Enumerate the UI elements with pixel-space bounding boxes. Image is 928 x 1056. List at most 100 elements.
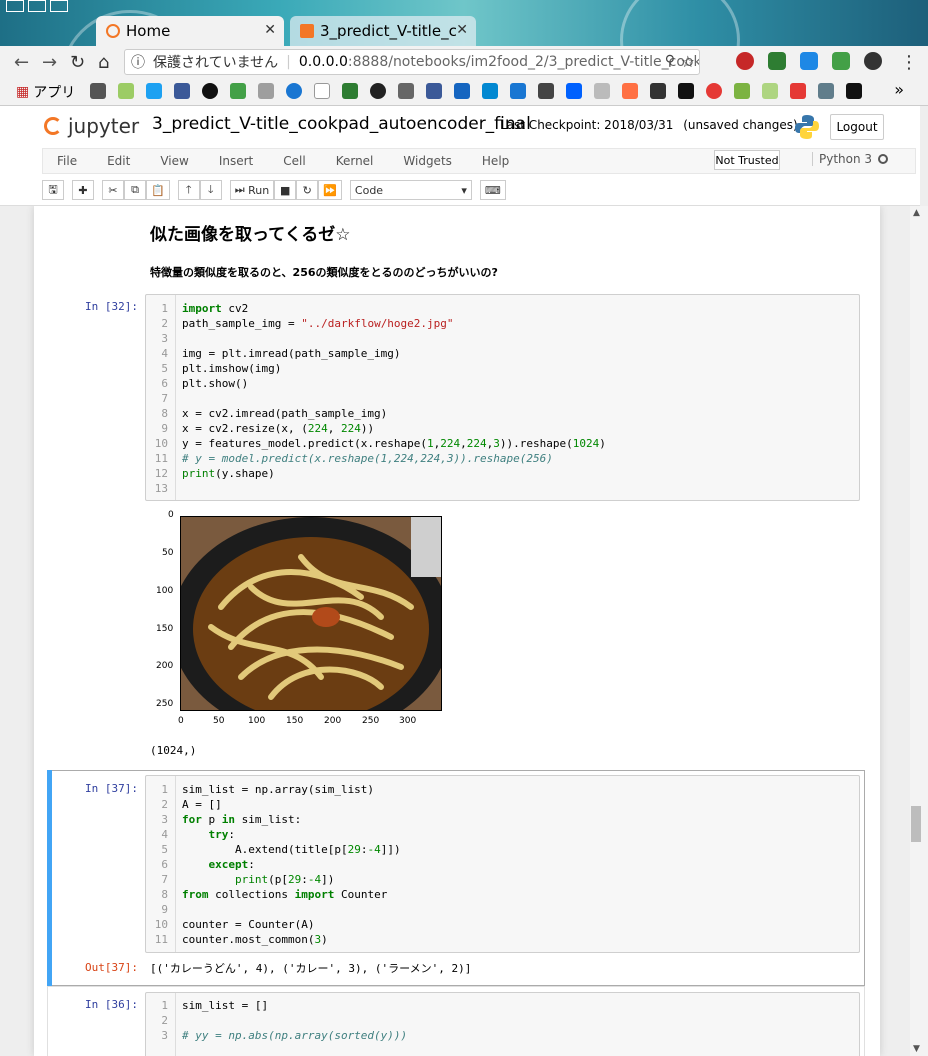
document-icon[interactable] [314,83,330,99]
translate-icon[interactable] [800,52,818,70]
menu-edit[interactable]: Edit [107,154,130,168]
extension-counter-icon[interactable] [832,52,850,70]
logout-button[interactable]: Logout [830,114,884,140]
facebook-icon[interactable] [426,83,442,99]
bookmark-icon[interactable] [230,83,246,99]
restart-icon[interactable]: ↻ [296,180,319,200]
restart-run-all-icon[interactable]: ⏩ [318,180,342,200]
bookmark-icon[interactable] [538,83,554,99]
bookmark-icon[interactable] [734,83,750,99]
close-icon[interactable]: ✕ [264,22,276,38]
apple-icon[interactable] [398,83,414,99]
window-close-icon[interactable] [6,0,24,12]
bookmark-icon[interactable] [818,83,834,99]
line-number: 7 [161,392,168,405]
bookmark-icon[interactable] [594,83,610,99]
reload-icon[interactable]: ↻ [70,52,85,73]
bookmark-icon[interactable] [342,83,358,99]
bookmark-icon[interactable] [482,83,498,99]
save-icon[interactable]: 🖫 [42,180,64,200]
forward-icon[interactable]: → [42,52,57,73]
paste-icon[interactable]: 📋 [146,180,170,200]
chrome-menu-icon[interactable]: ⋮ [900,52,918,73]
line-number: 1 [161,302,168,315]
bookmark-icon[interactable] [510,83,526,99]
line-number: 5 [161,362,168,375]
notebook-area[interactable]: 似た画像を取ってくるゼ☆ 特徴量の類似度を取るのと、256の類似度をとるののどっ… [0,206,912,1056]
info-icon[interactable]: ⓘ [131,52,145,72]
code-editor[interactable]: 1 2 3 4 5 6 7 8 9 10 11 sim_list = np.ar… [145,775,860,953]
scroll-down-icon[interactable]: ▼ [913,1044,920,1054]
window-maximize-icon[interactable] [50,0,68,12]
folder-icon[interactable] [90,83,106,99]
bookmark-icon[interactable] [762,83,778,99]
bookmark-icon[interactable] [118,83,134,99]
notebook-title[interactable]: 3_predict_V-title_cookpad_autoencoder_fi… [152,114,531,134]
bookmark-icon[interactable] [622,83,638,99]
code-editor[interactable]: 1 2 3 sim_list = [] # yy = np.abs(np.arr… [145,992,860,1056]
adblock-icon[interactable] [736,52,754,70]
menu-kernel[interactable]: Kernel [336,154,374,168]
cell-type-select[interactable]: Code ▾ [349,180,472,200]
line-number: 7 [161,873,168,886]
interrupt-icon[interactable]: ■ [274,180,297,200]
twitter-icon[interactable] [146,83,162,99]
bookmark-icon[interactable] [650,83,666,99]
code-editor[interactable]: 1 2 3 4 5 6 7 8 9 10 11 12 13 import cv2… [145,294,860,501]
dropbox-icon[interactable] [566,83,582,99]
bookmark-apps[interactable]: ▦ アプリ [16,82,75,102]
scroll-up-icon[interactable]: ▲ [913,208,920,218]
y-tick-label: 50 [162,548,174,558]
code-line: plt.show() [182,377,249,390]
move-up-icon[interactable]: 🡑 [177,180,200,200]
bookmark-icon[interactable] [706,83,722,99]
bookmark-star-icon[interactable]: ☆ [681,52,695,71]
address-bar[interactable]: ⓘ 保護されていません | 0.0.0.0 :8888/notebooks/im… [124,49,700,75]
keyboard-icon[interactable]: ⌨ [479,180,506,200]
copy-icon[interactable]: ⧉ [124,180,146,200]
youtube-icon[interactable] [790,83,806,99]
line-number: 8 [161,407,168,420]
close-icon[interactable]: ✕ [456,22,468,38]
home-icon[interactable]: ⌂ [98,52,109,73]
extension-s-icon[interactable] [768,52,786,70]
github-icon[interactable] [370,83,386,99]
line-number: 9 [161,903,168,916]
menu-view[interactable]: View [160,154,188,168]
bookmark-icon[interactable] [846,83,862,99]
tab-home[interactable]: Home ✕ [96,16,284,46]
cut-icon[interactable]: ✂ [102,180,124,200]
line-number: 4 [161,828,168,841]
page-scrollbar[interactable]: ▲ ▼ [910,206,928,1056]
line-number: 13 [154,482,168,495]
back-icon[interactable]: ← [14,52,29,73]
bookmark-icon[interactable] [258,83,274,99]
zoom-icon[interactable]: ⚲ [665,53,675,69]
not-trusted-button[interactable]: Not Trusted [714,150,780,170]
x-tick-label: 250 [362,716,380,726]
jupyter-logo[interactable]: jupyter [44,114,139,138]
medium-icon[interactable] [678,83,694,99]
menu-help[interactable]: Help [482,154,509,168]
code-line: # yy = np.abs(np.array(sorted(y))) [182,1029,408,1042]
facebook-icon[interactable] [174,83,190,99]
add-cell-icon[interactable]: ✚ [72,180,94,200]
bookmark-icon[interactable] [286,83,302,99]
tab-strip: Home ✕ 3_predict_V-title_c ✕ [0,12,928,46]
window-minimize-icon[interactable] [28,0,46,12]
run-button[interactable]: ⏭ Run [229,180,275,200]
bookmark-icon[interactable] [202,83,218,99]
scrollbar-thumb[interactable] [911,806,921,842]
bookmark-icon[interactable] [454,83,470,99]
extension-x-icon[interactable] [864,52,882,70]
menu-cell[interactable]: Cell [283,154,305,168]
line-number: 3 [161,1029,168,1042]
x-tick-label: 150 [286,716,304,726]
move-down-icon[interactable]: 🡓 [199,180,222,200]
menu-bar: File Edit View Insert Cell Kernel Widget… [42,148,916,174]
menu-insert[interactable]: Insert [219,154,253,168]
tab-notebook[interactable]: 3_predict_V-title_c ✕ [290,16,476,46]
bookmarks-more-icon[interactable]: » [894,80,904,99]
menu-widgets[interactable]: Widgets [403,154,452,168]
menu-file[interactable]: File [57,154,77,168]
